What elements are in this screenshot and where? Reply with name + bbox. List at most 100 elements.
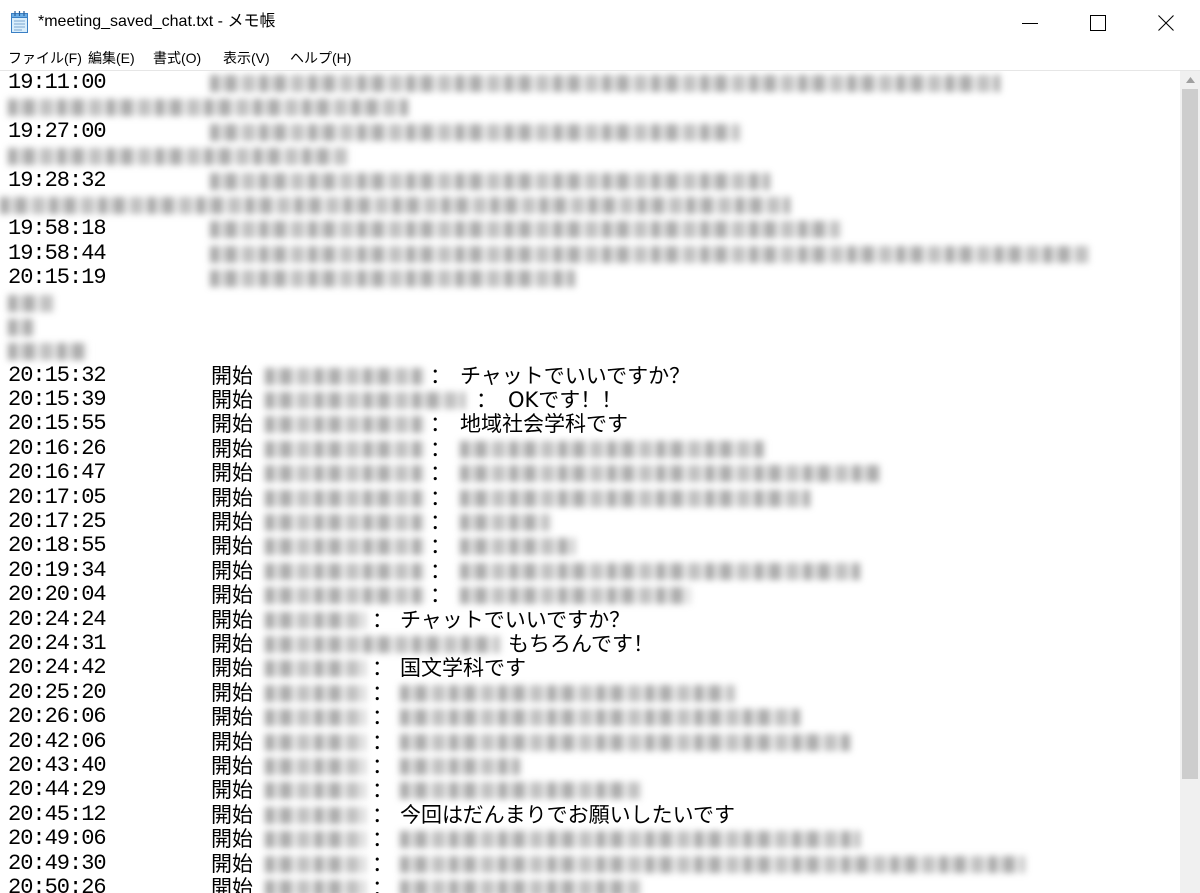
text-line	[0, 291, 1180, 315]
text-line: 20:49:30 開始 ：	[0, 850, 1180, 876]
text-line: 20:26:06 開始 ：	[0, 704, 1180, 730]
timestamp: 20:24:24	[8, 606, 107, 632]
text-editor[interactable]: 19:11:00 19:27:00 19:28:32 19:58:18 19:5…	[0, 71, 1180, 893]
action-label: 開始	[211, 607, 253, 632]
menu-file[interactable]: ファイル(F)	[8, 48, 82, 68]
separator: ：	[372, 753, 393, 778]
action-label: 開始	[211, 778, 253, 803]
text-line: 20:24:42 開始 ： 国文学科です	[0, 655, 1180, 681]
text-line	[0, 193, 1180, 217]
maximize-icon	[1090, 14, 1106, 31]
text-line: 19:11:00	[0, 71, 1180, 95]
message-text: チャットでいいですか？	[460, 363, 691, 388]
blurred-text	[8, 343, 88, 361]
text-line: 20:49:06 開始 ：	[0, 826, 1180, 852]
timestamp: 20:15:19	[8, 265, 107, 291]
action-label: 開始	[211, 436, 253, 461]
blurred-text	[265, 660, 365, 678]
blurred-text	[400, 757, 520, 775]
blurred-text	[400, 782, 640, 800]
text-line: 20:17:25 開始 ：	[0, 509, 1180, 535]
timestamp: 20:45:12	[8, 801, 107, 827]
blurred-text	[265, 367, 425, 385]
text-line: 20:43:40 開始 ：	[0, 752, 1180, 778]
action-label: 開始	[211, 680, 253, 705]
blurred-text	[460, 538, 575, 556]
action-label: 開始	[211, 558, 253, 583]
close-button[interactable]	[1132, 0, 1200, 45]
timestamp: 20:49:30	[8, 850, 107, 876]
text-line: 20:25:20 開始 ：	[0, 679, 1180, 705]
scroll-thumb[interactable]	[1182, 89, 1198, 779]
text-line: 19:58:44	[0, 241, 1180, 266]
blurred-text	[400, 831, 860, 849]
menu-help[interactable]: ヘルプ(H)	[290, 48, 351, 68]
timestamp: 19:58:18	[8, 216, 107, 242]
notepad-window: *meeting_saved_chat.txt - メモ帳 ファイル(F) 編集…	[0, 0, 1200, 893]
text-line: 19:27:00	[0, 118, 1180, 144]
timestamp: 20:26:06	[8, 704, 107, 730]
blurred-text	[265, 514, 425, 532]
timestamp: 20:43:40	[8, 752, 107, 778]
timestamp: 20:49:06	[8, 826, 107, 852]
close-icon	[1158, 14, 1174, 31]
vertical-scrollbar[interactable]	[1180, 71, 1200, 893]
separator: ：	[372, 802, 393, 827]
text-line	[0, 95, 1180, 119]
blurred-text	[460, 489, 810, 507]
text-line: 20:16:26 開始 ：	[0, 436, 1180, 461]
menu-format[interactable]: 書式(O)	[153, 48, 201, 68]
timestamp: 20:25:20	[8, 679, 107, 705]
blurred-text	[210, 221, 840, 239]
timestamp: 20:24:31	[8, 630, 107, 656]
action-label: 開始	[211, 753, 253, 778]
menu-edit[interactable]: 編集(E)	[88, 48, 135, 68]
timestamp: 19:27:00	[8, 118, 107, 144]
text-line	[0, 144, 1180, 168]
blurred-text	[8, 148, 348, 166]
notepad-icon[interactable]	[9, 10, 31, 34]
menu-bar: ファイル(F) 編集(E) 書式(O) 表示(V) ヘルプ(H)	[0, 45, 1200, 70]
blurred-text	[265, 855, 365, 873]
message-text: チャットでいいですか？	[400, 607, 631, 632]
blurred-text	[265, 635, 500, 653]
message-text: 国文学科です	[400, 656, 526, 681]
blurred-text	[265, 489, 425, 507]
blurred-text	[265, 806, 365, 824]
timestamp: 20:20:04	[8, 582, 107, 608]
minimize-button[interactable]	[996, 0, 1064, 45]
action-label: 開始	[211, 412, 253, 437]
action-label: 開始	[211, 875, 253, 893]
action-label: 開始	[211, 534, 253, 559]
separator: ：	[430, 534, 451, 559]
blurred-text	[0, 196, 790, 214]
text-line: 19:58:18	[0, 216, 1180, 242]
blurred-text	[210, 172, 770, 190]
timestamp: 20:15:32	[8, 362, 107, 388]
separator: ：	[430, 363, 451, 388]
timestamp: 20:16:47	[8, 460, 107, 486]
blurred-text	[265, 831, 365, 849]
text-line: 20:15:19	[0, 265, 1180, 291]
separator: ：	[430, 412, 451, 437]
maximize-button[interactable]	[1064, 0, 1132, 45]
menu-view[interactable]: 表示(V)	[223, 48, 270, 68]
text-line: 20:24:31 開始 もちろんです！	[0, 630, 1180, 656]
blurred-text	[460, 465, 880, 483]
action-label: 開始	[211, 802, 253, 827]
blurred-text	[210, 75, 1000, 92]
message-text: もちろんです！	[508, 631, 654, 656]
timestamp: 20:17:25	[8, 509, 107, 535]
blurred-text	[400, 709, 800, 727]
title-bar[interactable]: *meeting_saved_chat.txt - メモ帳	[0, 0, 1200, 45]
blurred-text	[265, 709, 365, 727]
message-text: 地域社会学科です	[460, 412, 628, 437]
separator: ：	[430, 436, 451, 461]
scroll-up-button[interactable]	[1180, 71, 1200, 88]
blurred-text	[400, 684, 735, 702]
blurred-text	[210, 123, 740, 141]
timestamp: 20:50:26	[8, 874, 107, 893]
separator: ：	[430, 583, 451, 608]
timestamp: 20:44:29	[8, 777, 107, 803]
timestamp: 20:15:39	[8, 387, 107, 413]
